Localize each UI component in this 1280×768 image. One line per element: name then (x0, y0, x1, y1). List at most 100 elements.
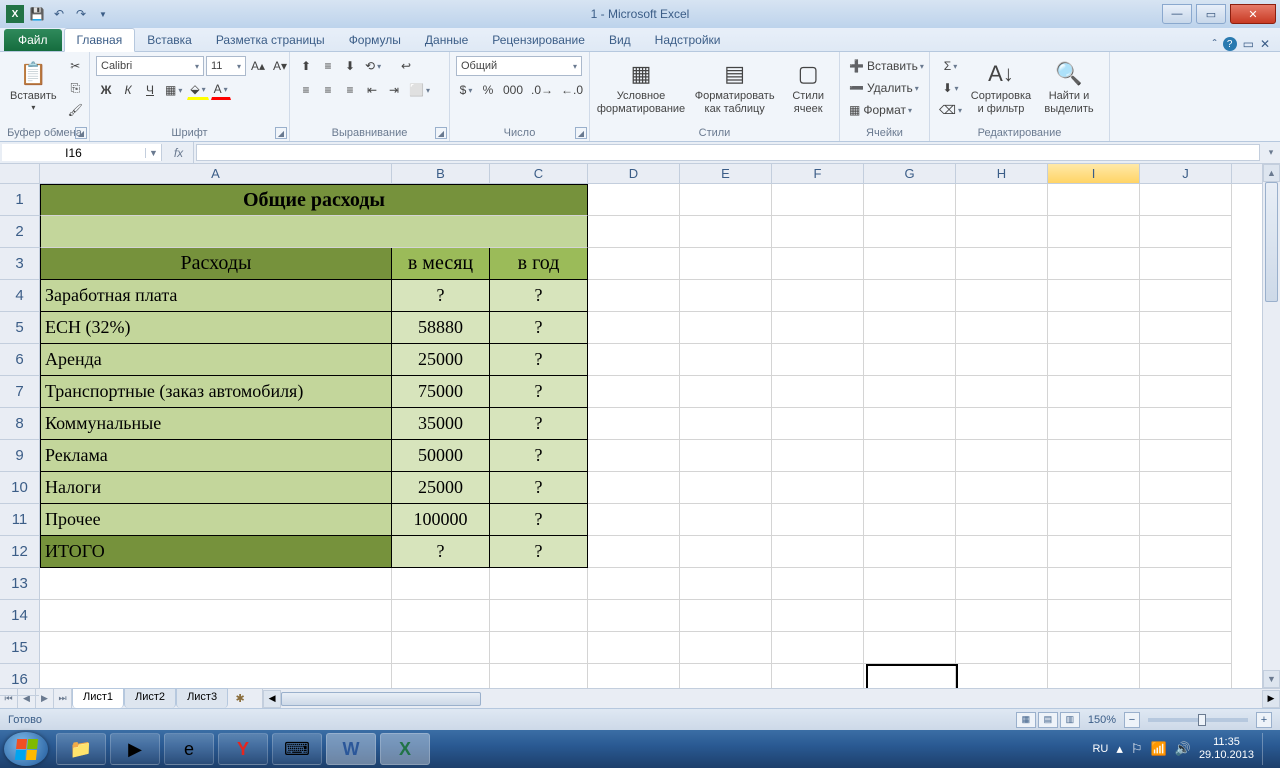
cell-A11[interactable]: Прочее (40, 504, 392, 536)
cell-I12[interactable] (1048, 536, 1140, 568)
cell-I7[interactable] (1048, 376, 1140, 408)
row-header-8[interactable]: 8 (0, 408, 39, 440)
taskbar-word[interactable]: W (326, 733, 376, 765)
cell-A14[interactable] (40, 600, 392, 632)
cell-E10[interactable] (680, 472, 772, 504)
row-header-13[interactable]: 13 (0, 568, 39, 600)
cell-F9[interactable] (772, 440, 864, 472)
cell-J10[interactable] (1140, 472, 1232, 504)
cell-H10[interactable] (956, 472, 1048, 504)
row-header-10[interactable]: 10 (0, 472, 39, 504)
cell-A5[interactable]: ЕСН (32%) (40, 312, 392, 344)
cell-J16[interactable] (1140, 664, 1232, 688)
cell-G10[interactable] (864, 472, 956, 504)
page-layout-view-icon[interactable]: ▤ (1038, 712, 1058, 728)
cell-F6[interactable] (772, 344, 864, 376)
row-header-16[interactable]: 16 (0, 664, 39, 696)
align-center-icon[interactable]: ≡ (318, 80, 338, 100)
scroll-right-icon[interactable]: ▶ (1262, 690, 1280, 708)
fx-icon[interactable]: fx (164, 142, 194, 163)
formula-input[interactable] (196, 144, 1260, 161)
cell-D10[interactable] (588, 472, 680, 504)
cell-F10[interactable] (772, 472, 864, 504)
cell-D16[interactable] (588, 664, 680, 688)
tab-review[interactable]: Рецензирование (480, 29, 597, 51)
cell-E12[interactable] (680, 536, 772, 568)
cell-G16[interactable] (864, 664, 956, 688)
close-button[interactable]: ✕ (1230, 4, 1276, 24)
cell-D15[interactable] (588, 632, 680, 664)
cell-A8[interactable]: Коммунальные (40, 408, 392, 440)
maximize-button[interactable]: ▭ (1196, 4, 1226, 24)
cell-I3[interactable] (1048, 248, 1140, 280)
cell-D6[interactable] (588, 344, 680, 376)
autosum-icon[interactable]: Σ (936, 56, 965, 76)
cell-B16[interactable] (392, 664, 490, 688)
cell-D1[interactable] (588, 184, 680, 216)
cell-B15[interactable] (392, 632, 490, 664)
increase-decimal-icon[interactable]: .0→ (528, 80, 556, 100)
name-box-dropdown-icon[interactable]: ▼ (145, 148, 161, 158)
orientation-icon[interactable]: ⟲ (362, 56, 384, 76)
cell-J13[interactable] (1140, 568, 1232, 600)
tab-home[interactable]: Главная (64, 28, 136, 52)
cell-J1[interactable] (1140, 184, 1232, 216)
cell-G13[interactable] (864, 568, 956, 600)
fill-color-button[interactable]: ⬙ (187, 80, 208, 100)
cell-E7[interactable] (680, 376, 772, 408)
window-close-icon[interactable]: ✕ (1260, 37, 1270, 51)
start-button[interactable] (4, 732, 48, 766)
cell-E8[interactable] (680, 408, 772, 440)
taskbar-yandex[interactable]: Y (218, 733, 268, 765)
sheet-tab-3[interactable]: Лист3 (176, 688, 228, 708)
cell-C11[interactable]: ? (490, 504, 588, 536)
help-icon[interactable]: ? (1223, 37, 1237, 51)
cell-F16[interactable] (772, 664, 864, 688)
clear-icon[interactable]: ⌫ (936, 100, 965, 120)
zoom-out-button[interactable]: − (1124, 712, 1140, 728)
insert-cells-button[interactable]: ➕ Вставить (846, 56, 926, 76)
tab-formulas[interactable]: Формулы (337, 29, 413, 51)
row-header-1[interactable]: 1 (0, 184, 39, 216)
conditional-format-button[interactable]: ▦Условное форматирование (596, 56, 686, 118)
cell-G12[interactable] (864, 536, 956, 568)
cell-G6[interactable] (864, 344, 956, 376)
fill-icon[interactable]: ⬇ (936, 78, 965, 98)
vertical-scrollbar[interactable]: ▲ ▼ (1262, 164, 1280, 688)
row-header-6[interactable]: 6 (0, 344, 39, 376)
minimize-button[interactable]: ― (1162, 4, 1192, 24)
cell-C6[interactable]: ? (490, 344, 588, 376)
cell-F8[interactable] (772, 408, 864, 440)
find-select-button[interactable]: 🔍Найти и выделить (1037, 56, 1101, 118)
scroll-down-icon[interactable]: ▼ (1263, 670, 1280, 688)
currency-icon[interactable]: $ (456, 80, 476, 100)
cell-H14[interactable] (956, 600, 1048, 632)
align-top-icon[interactable]: ⬆ (296, 56, 316, 76)
taskbar-keyboard[interactable]: ⌨ (272, 733, 322, 765)
cell-E11[interactable] (680, 504, 772, 536)
cell-C16[interactable] (490, 664, 588, 688)
clipboard-launcher-icon[interactable]: ◢ (75, 127, 87, 139)
cell-J7[interactable] (1140, 376, 1232, 408)
wrap-text-icon[interactable]: ↩ (396, 56, 416, 76)
cell-D5[interactable] (588, 312, 680, 344)
col-header-B[interactable]: B (392, 164, 490, 183)
cell-E1[interactable] (680, 184, 772, 216)
cell-G15[interactable] (864, 632, 956, 664)
tab-data[interactable]: Данные (413, 29, 480, 51)
cell-H13[interactable] (956, 568, 1048, 600)
decrease-decimal-icon[interactable]: ←.0 (558, 80, 586, 100)
cell-I2[interactable] (1048, 216, 1140, 248)
vscroll-thumb[interactable] (1265, 182, 1278, 302)
cell-C9[interactable]: ? (490, 440, 588, 472)
percent-icon[interactable]: % (478, 80, 498, 100)
cell-H12[interactable] (956, 536, 1048, 568)
cell-H9[interactable] (956, 440, 1048, 472)
cell-E9[interactable] (680, 440, 772, 472)
cell-H7[interactable] (956, 376, 1048, 408)
font-color-button[interactable]: A (211, 80, 231, 100)
align-middle-icon[interactable]: ≡ (318, 56, 338, 76)
cell-I5[interactable] (1048, 312, 1140, 344)
cell-J11[interactable] (1140, 504, 1232, 536)
cell-G2[interactable] (864, 216, 956, 248)
